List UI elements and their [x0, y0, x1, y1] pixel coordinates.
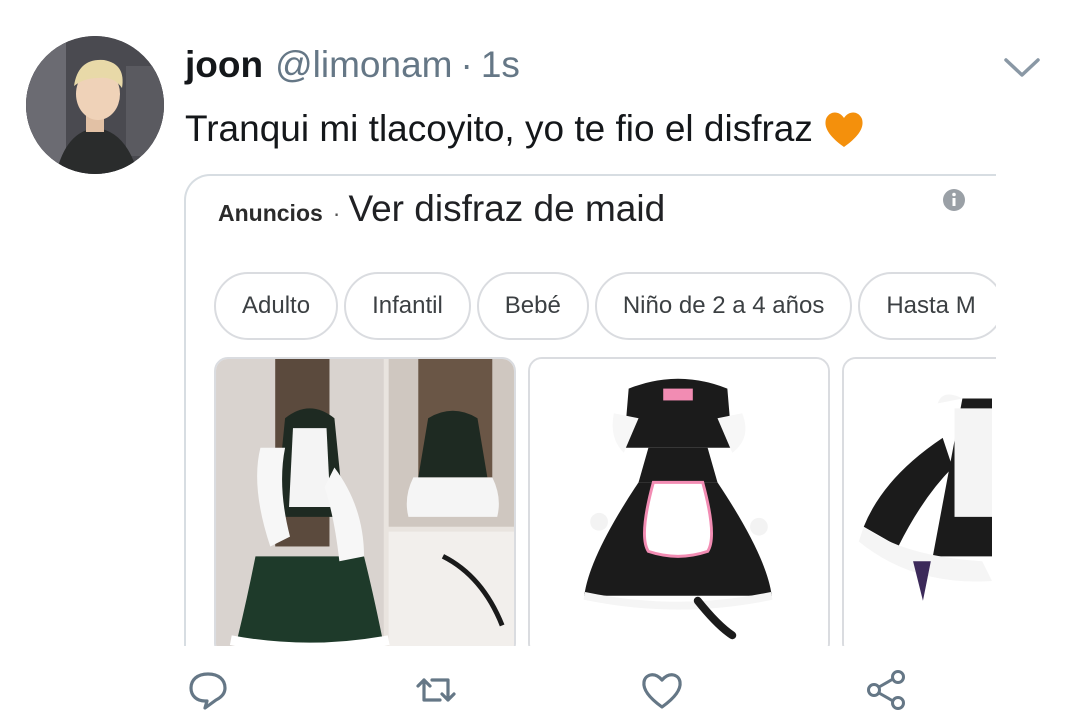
- tweet-body: Tranqui mi tlacoyito, yo te fio el disfr…: [185, 108, 813, 149]
- chevron-down-icon[interactable]: [1003, 52, 1041, 82]
- chip-adulto[interactable]: Adulto: [214, 272, 339, 340]
- filter-chips: Adulto Infantil Bebé Niño de 2 a 4 años …: [214, 272, 996, 340]
- ad-title[interactable]: Ver disfraz de maid: [348, 188, 665, 230]
- product-card[interactable]: [842, 357, 996, 646]
- retweet-icon[interactable]: [414, 668, 458, 712]
- reply-icon[interactable]: [186, 668, 230, 712]
- chip-hasta-m[interactable]: Hasta M: [858, 272, 996, 340]
- maid-dress-sleeve-image: [844, 359, 996, 646]
- chip-bebe[interactable]: Bebé: [476, 272, 589, 340]
- product-card[interactable]: [214, 357, 516, 646]
- info-icon[interactable]: [942, 188, 966, 212]
- ad-separator: ·: [332, 200, 341, 226]
- avatar-image: [26, 36, 164, 174]
- separator: ·: [460, 44, 473, 85]
- user-handle[interactable]: @limonam: [275, 44, 452, 86]
- tweet-actions: [0, 668, 1080, 712]
- product-card[interactable]: [528, 357, 830, 646]
- timestamp[interactable]: 1s: [481, 44, 520, 86]
- product-carousel: [214, 357, 996, 646]
- maid-dress-collage-image: [216, 359, 514, 646]
- display-name[interactable]: joon: [185, 44, 263, 86]
- avatar[interactable]: [26, 36, 164, 174]
- cat-maid-dress-image: [530, 359, 828, 646]
- ad-label: Anuncios: [218, 200, 323, 226]
- ad-header: Anuncios · Ver disfraz de maid: [218, 188, 665, 230]
- ad-card[interactable]: Anuncios · Ver disfraz de maid Adulto In…: [184, 174, 996, 646]
- like-icon[interactable]: [640, 668, 684, 712]
- share-icon[interactable]: [864, 668, 908, 712]
- tweet-text: Tranqui mi tlacoyito, yo te fio el disfr…: [185, 108, 865, 150]
- chip-nino-2-4[interactable]: Niño de 2 a 4 años: [594, 272, 853, 340]
- chip-infantil[interactable]: Infantil: [344, 272, 471, 340]
- tweet-header: joon @limonam · 1s: [185, 44, 520, 88]
- orange-heart-icon: [823, 109, 865, 149]
